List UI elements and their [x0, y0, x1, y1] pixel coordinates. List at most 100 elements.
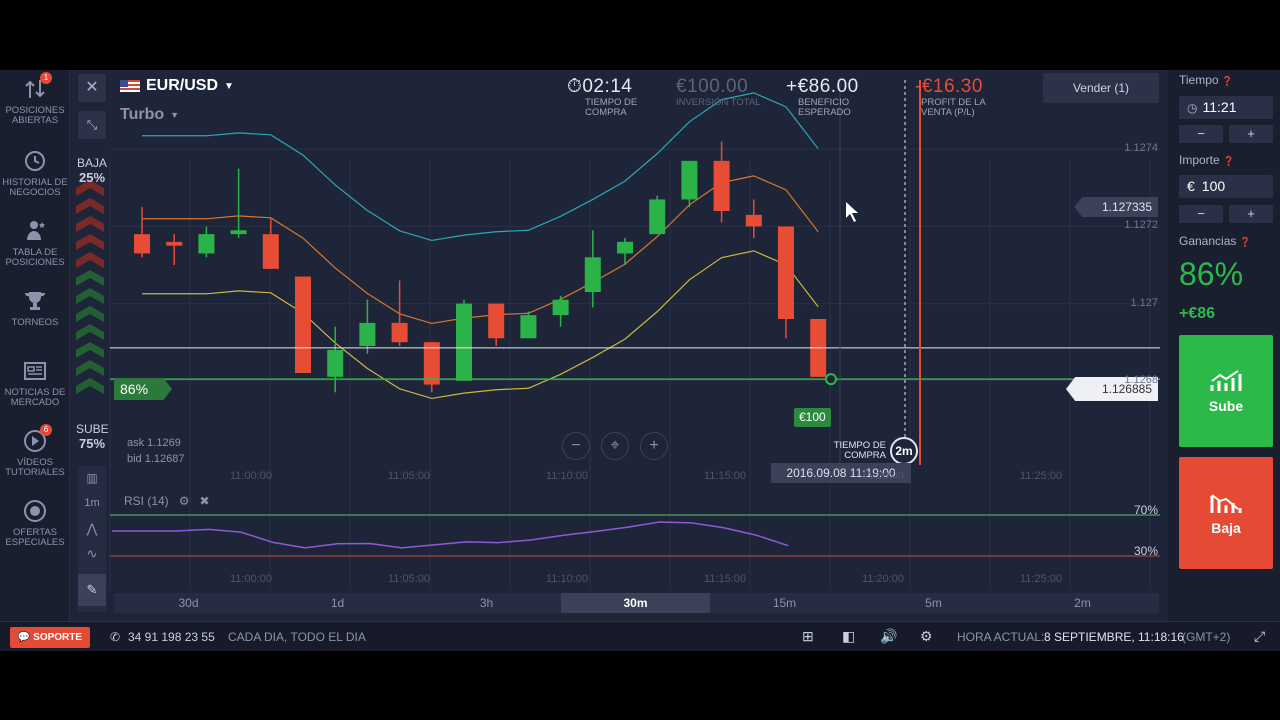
chat-icon: 💬 — [17, 632, 31, 643]
timeframe-3h[interactable]: 3h — [412, 593, 561, 613]
expected-profit-stat: +€86.00 BENEFICIO ESPERADO — [786, 76, 859, 118]
sentiment-down: BAJA 25% — [76, 156, 108, 185]
expiry-label: TIEMPO DE COMPRA — [826, 441, 886, 461]
amount-input[interactable]: €100 — [1179, 175, 1273, 198]
timeframe-5m[interactable]: 5m — [859, 593, 1008, 613]
price-level-label: 1.1274 — [1124, 142, 1158, 155]
collapse-icon[interactable]: ⤡ — [78, 111, 106, 139]
candle-body — [778, 226, 794, 319]
candle-body — [745, 214, 762, 227]
time-tick-label: 11:15:00 — [704, 573, 747, 585]
support-button[interactable]: 💬 SOPORTE — [10, 627, 90, 648]
investment-label: INVERSIÓN TOTAL — [676, 97, 761, 108]
purchase-time-stat: ⏱02:14 TIEMPO DE COMPRA — [567, 76, 637, 118]
time-input[interactable]: ◷ 11:21 — [1179, 96, 1273, 119]
candle-body — [327, 349, 344, 377]
mode-selector[interactable]: Turbo ▼ — [120, 106, 179, 124]
settings-gear-icon[interactable]: ⚙ — [920, 628, 933, 645]
sidebar-item-news[interactable]: NOTICIAS DE MERCADO — [0, 358, 70, 408]
help-icon: ❓ — [1239, 237, 1251, 247]
sidebar-label: POSICIONES — [5, 257, 65, 268]
history-icon — [25, 151, 45, 171]
timer-label: COMPRA — [585, 107, 627, 118]
candle-body — [520, 315, 537, 339]
amount-plus-button[interactable]: + — [1229, 205, 1273, 223]
time-plus-button[interactable]: + — [1229, 125, 1273, 143]
sidebar-item-history[interactable]: HISTORIAL DE NEGOCIOS — [0, 148, 70, 198]
rsi-level-30: 30% — [1134, 544, 1159, 558]
profit-value: +€86.00 — [786, 76, 859, 97]
timeframe-15m[interactable]: 15m — [710, 593, 859, 613]
news-icon — [24, 362, 46, 380]
sidebar-item-leaderboard[interactable]: TABLA DE POSICIONES — [0, 218, 70, 268]
price-level-label: 1.127 — [1130, 296, 1158, 309]
sentiment-chevron — [76, 306, 104, 322]
sound-icon[interactable]: 🔊 — [880, 628, 897, 645]
amount-minus-button[interactable]: − — [1179, 205, 1223, 223]
mode-label: Turbo — [120, 106, 165, 123]
sidebar-label: MERCADO — [10, 397, 60, 408]
indicators-icon[interactable]: ⋀ — [78, 516, 106, 541]
support-phone: 34 91 198 23 55 — [128, 630, 215, 644]
sidebar-item-offers[interactable]: OFERTAS ESPECIALES — [0, 498, 70, 548]
crosshair-icon[interactable]: ⌖ — [601, 432, 629, 460]
call-button[interactable]: Sube — [1179, 335, 1273, 447]
sentiment-chevron — [76, 234, 104, 250]
interval-button[interactable]: 1m — [78, 491, 106, 516]
candle-body — [617, 241, 633, 254]
sidebar-item-videos[interactable]: 6 VÍDEOS TUTORIALES — [0, 424, 70, 478]
indicator-header: RSI (14) ⚙ ✖ — [124, 494, 210, 508]
sidebar-label: ESPECIALES — [5, 537, 65, 548]
time-tick-label: 11:05:00 — [388, 470, 431, 482]
candle-body — [134, 234, 150, 254]
investment-stat: €100.00 INVERSIÓN TOTAL — [676, 76, 760, 108]
asset-pair: EUR/USD — [146, 77, 219, 94]
fullscreen-icon[interactable]: ⤢ — [1254, 628, 1265, 645]
pl-stat: -€16.30 PROFIT DE LA VENTA (P/L) — [915, 76, 986, 118]
help-icon: ❓ — [1221, 76, 1234, 86]
timeframe-30d[interactable]: 30d — [114, 593, 263, 613]
gear-icon[interactable]: ⚙ — [179, 494, 190, 508]
zoom-in-button[interactable]: + — [640, 432, 668, 460]
timeframe-30m[interactable]: 30m — [561, 593, 710, 613]
price-chart[interactable] — [70, 70, 1168, 621]
chart-settings-icon[interactable]: ◧ — [842, 628, 855, 645]
sidebar-item-open-positions[interactable]: 1 POSICIONES ABIERTAS — [0, 72, 70, 126]
candle-body — [166, 241, 183, 246]
put-button[interactable]: Baja — [1179, 457, 1273, 569]
candle-body — [649, 199, 666, 235]
current-time-value: 8 SEPTIEMBRE, 11:18:16 — [1044, 630, 1184, 644]
trend-icon[interactable]: ∿ — [78, 541, 106, 566]
timeframe-2m[interactable]: 2m — [1008, 593, 1157, 613]
stopwatch-icon: ⏱ — [567, 76, 583, 97]
time-label-text: Tiempo — [1179, 73, 1219, 87]
timeframe-1d[interactable]: 1d — [263, 593, 412, 613]
sell-button[interactable]: Vender (1) — [1043, 73, 1159, 103]
call-button-label: Sube — [1208, 398, 1244, 414]
layout-icon[interactable]: ⊞ — [802, 628, 814, 645]
close-chart-button[interactable]: ✕ — [78, 74, 106, 102]
indicator-line — [142, 250, 819, 400]
time-minus-button[interactable]: − — [1179, 125, 1223, 143]
time-tick-label: 11:20:00 — [862, 573, 905, 585]
current-time-label: HORA ACTUAL: — [957, 630, 1045, 644]
time-value: 11:21 — [1202, 99, 1237, 115]
time-label: Tiempo ❓ — [1179, 73, 1233, 87]
chart-type-icon[interactable]: ▥ — [78, 466, 106, 491]
candle-body — [584, 257, 601, 292]
pencil-icon[interactable]: ✎ — [78, 574, 106, 606]
bid-price: bid 1.12687 — [127, 453, 185, 465]
sidebar-label: TORNEOS — [11, 317, 59, 328]
asset-selector[interactable]: EUR/USD ▼ — [120, 76, 234, 96]
sentiment-chevron — [76, 198, 104, 214]
chart-area[interactable]: ✕ ⤡ EUR/USD ▼ Turbo ▼ ⏱02:14 TIEMPO DE C… — [70, 70, 1168, 621]
candle-body — [295, 276, 311, 373]
clock-icon: ◷ — [1187, 101, 1198, 115]
zoom-out-button[interactable]: − — [562, 432, 590, 460]
pl-label: VENTA (P/L) — [921, 107, 975, 118]
trade-panel: Tiempo ❓ ◷ 11:21 − + Importe ❓ €100 − + G… — [1168, 70, 1280, 621]
close-icon[interactable]: ✖ — [199, 494, 209, 508]
sidebar-item-tournaments[interactable]: TORNEOS — [0, 288, 70, 328]
price-level-label: 1.1272 — [1124, 219, 1158, 232]
positions-badge: 1 — [40, 72, 52, 84]
